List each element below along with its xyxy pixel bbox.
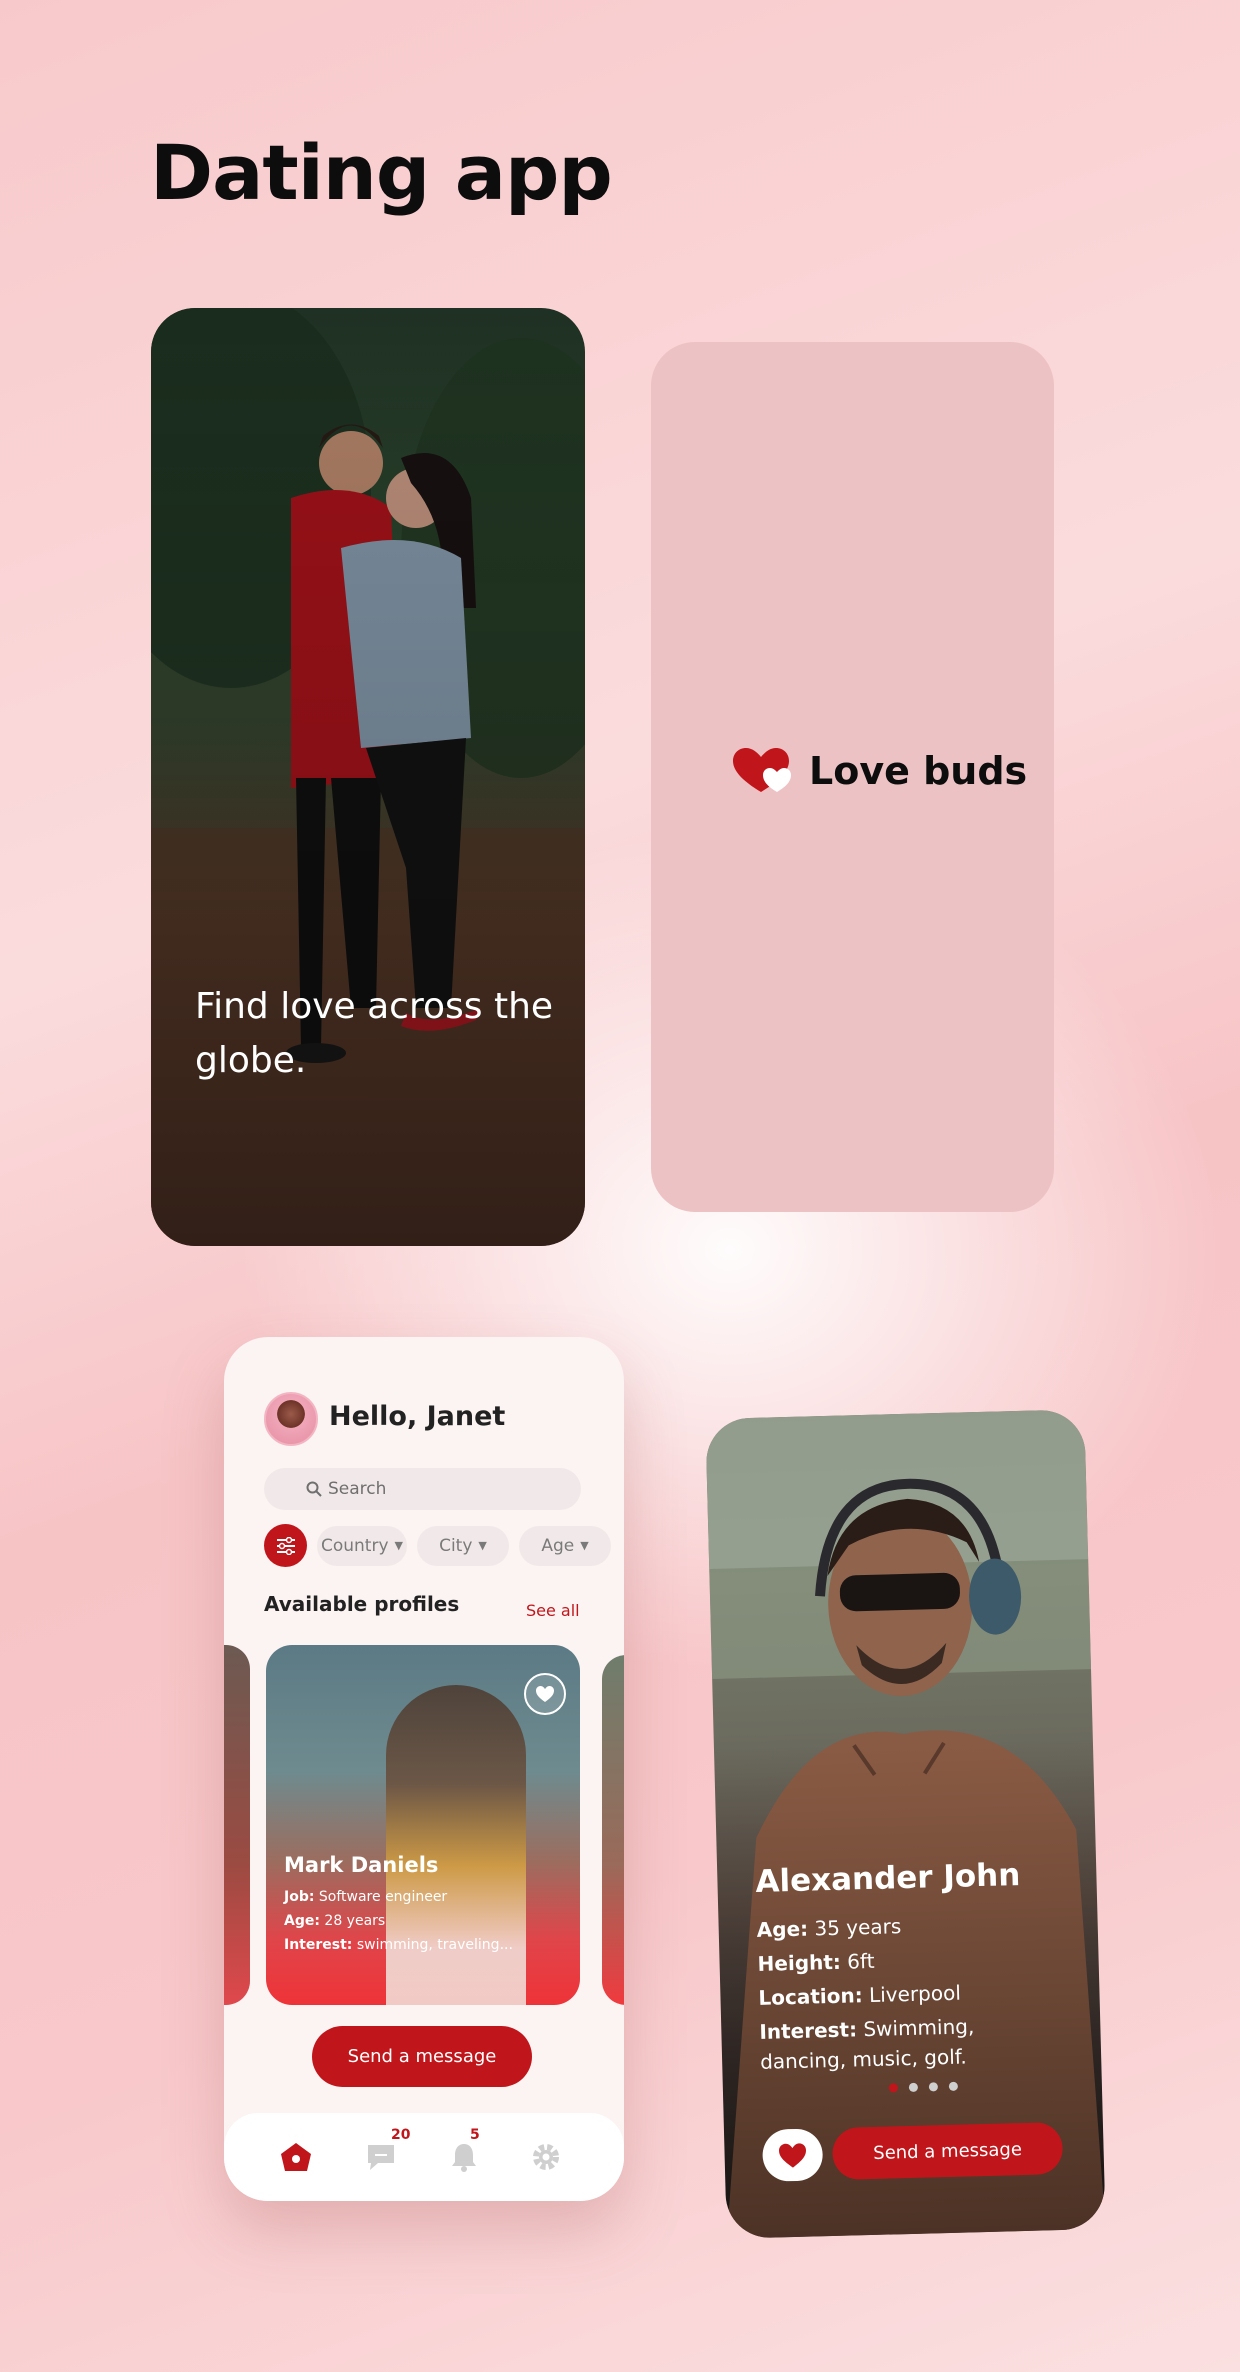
like-button[interactable] — [761, 2128, 824, 2182]
heart-icon — [778, 2142, 806, 2168]
chevron-down-icon: ▼ — [478, 1539, 487, 1552]
profile-card[interactable]: Mark Daniels Job: Software engineer Age:… — [266, 1645, 580, 2005]
app-name: Love buds — [809, 749, 1028, 793]
photo-overlay — [705, 1409, 1106, 2239]
photo-overlay — [151, 308, 585, 1246]
section-title: Available profiles — [264, 1592, 460, 1616]
app-logo: Love buds — [731, 746, 1027, 796]
page-dot[interactable] — [888, 2083, 899, 2093]
messages-badge: 20 — [391, 2127, 411, 2143]
chevron-down-icon: ▼ — [580, 1539, 589, 1552]
chat-icon — [368, 2145, 394, 2170]
tab-settings[interactable] — [526, 2137, 566, 2177]
page-title: Dating app — [150, 128, 613, 217]
bottom-tab-bar: 20 5 — [224, 2113, 624, 2201]
filter-city[interactable]: City ▼ — [417, 1525, 509, 1566]
notifications-badge: 5 — [470, 2127, 480, 2143]
see-all-link[interactable]: See all — [526, 1601, 580, 1620]
tab-messages[interactable]: 20 — [361, 2127, 410, 2177]
tab-notifications[interactable]: 5 — [444, 2127, 484, 2177]
greeting: Hello, Janet — [329, 1401, 506, 1432]
profile-name: Mark Daniels — [284, 1853, 439, 1877]
splash-screen: Love buds — [651, 342, 1054, 1212]
chip-label: Country — [320, 1535, 389, 1556]
gear-icon — [533, 2144, 559, 2170]
profile-age: Age: 28 years — [284, 1913, 386, 1929]
page-dot[interactable] — [928, 2082, 939, 2092]
page-dot[interactable] — [948, 2081, 958, 2091]
chip-label: Age — [541, 1535, 575, 1556]
profile-job: Job: Software engineer — [284, 1889, 448, 1905]
profile-photo — [386, 1685, 526, 2005]
profile-card-next[interactable] — [602, 1655, 624, 2005]
bell-icon — [452, 2144, 476, 2172]
filter-age[interactable]: Age ▼ — [519, 1525, 611, 1566]
onboarding-screen: Find love across the globe. — [151, 308, 585, 1246]
onboarding-caption: Find love across the globe. — [195, 986, 554, 1081]
profile-interest: Interest: swimming, traveling... — [284, 1937, 513, 1953]
profile-age: Age: 35 years — [756, 1914, 902, 1942]
chevron-down-icon: ▼ — [394, 1539, 403, 1552]
favorite-button[interactable] — [524, 1673, 566, 1715]
filter-bar: Country ▼ City ▼ Age ▼ — [264, 1524, 611, 1567]
avatar[interactable] — [264, 1392, 318, 1446]
send-message-button[interactable]: Send a message — [312, 2026, 532, 2087]
search-input[interactable]: Search — [264, 1468, 581, 1510]
home-icon — [281, 2143, 311, 2171]
send-message-button[interactable]: Send a message — [831, 2122, 1064, 2181]
chip-label: City — [439, 1535, 473, 1556]
search-placeholder: Search — [328, 1479, 387, 1499]
tab-home[interactable] — [276, 2137, 316, 2177]
profile-height: Height: 6ft — [757, 1948, 875, 1976]
profile-screen: Alexander John Age: 35 years Height: 6ft… — [705, 1409, 1106, 2239]
search-icon — [306, 1481, 322, 1497]
heart-icon — [536, 1686, 554, 1702]
filter-country[interactable]: Country ▼ — [317, 1525, 407, 1566]
filter-button[interactable] — [264, 1524, 307, 1567]
page-dot[interactable] — [908, 2082, 919, 2092]
sliders-icon — [276, 1536, 295, 1555]
profile-name: Alexander John — [754, 1857, 1021, 1900]
hearts-icon — [733, 748, 791, 792]
home-screen: Hello, Janet Search Country ▼ City ▼ Age… — [224, 1337, 624, 2201]
profile-card-prev[interactable] — [224, 1645, 250, 2005]
